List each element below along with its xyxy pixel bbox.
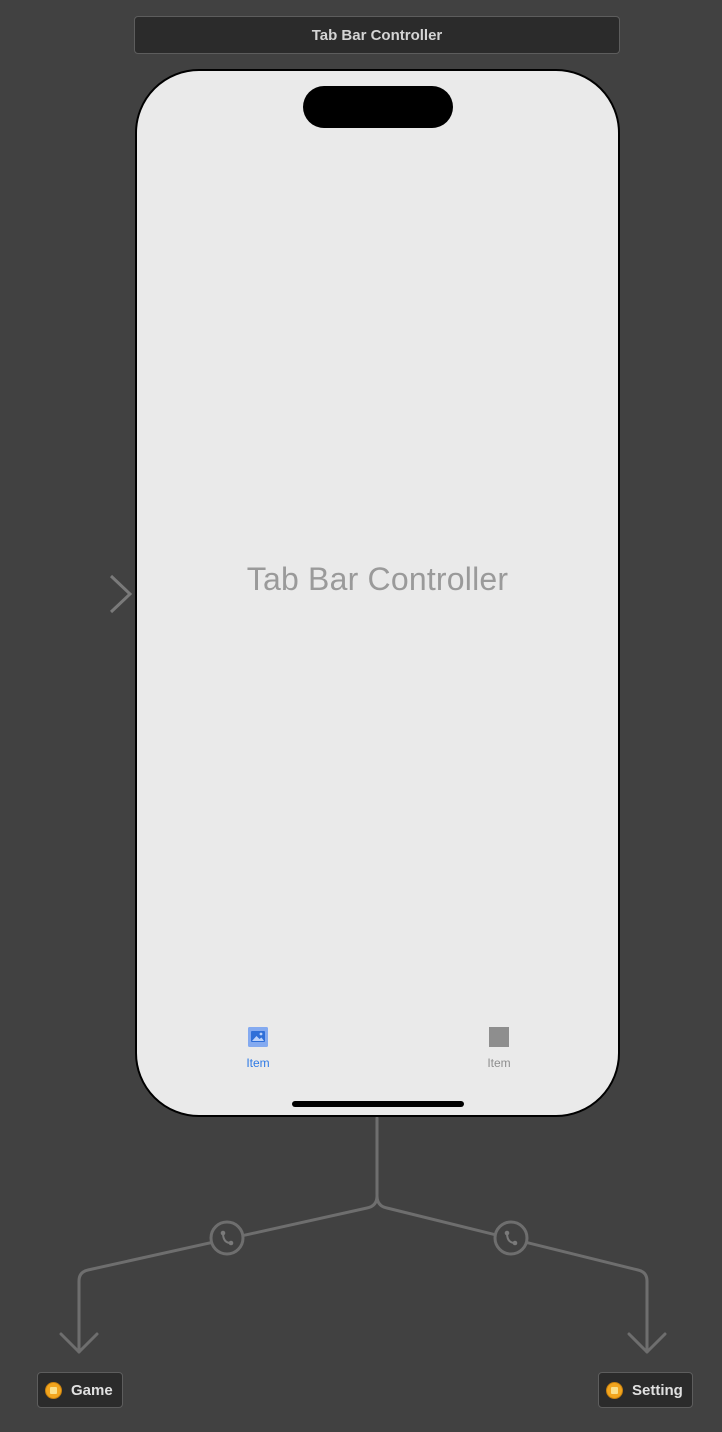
tab-bar-controller-scene[interactable]: Tab Bar Controller Item Item [135,69,620,1117]
segue-arrowhead-game [59,1332,99,1354]
storyboard-canvas: Tab Bar Controller Tab Bar Controller It… [0,0,722,1432]
scene-badge-label: Setting [632,1381,683,1399]
scene-badge-setting[interactable]: Setting [598,1372,693,1408]
relationship-segue-icon[interactable] [209,1220,245,1256]
relationship-segue-icon[interactable] [493,1220,529,1256]
segue-arrowhead-setting [627,1332,667,1354]
scene-badge-label: Game [71,1381,113,1399]
photo-icon [248,1027,268,1047]
initial-view-controller-arrow[interactable] [8,574,133,614]
tab-item-first[interactable]: Item [213,1027,303,1077]
tab-item-label: Item [246,1056,270,1070]
scene-placeholder-title: Tab Bar Controller [246,561,509,597]
square-icon [489,1027,509,1047]
tab-item-label: Item [487,1056,511,1070]
view-controller-icon [606,1381,623,1399]
dynamic-island [303,86,453,128]
home-indicator [292,1101,464,1107]
scene-title-bar[interactable]: Tab Bar Controller [134,16,620,54]
tab-item-second[interactable]: Item [454,1027,544,1077]
segue-line-setting [375,1194,649,1354]
view-controller-icon [45,1381,62,1399]
scene-badge-game[interactable]: Game [37,1372,123,1408]
